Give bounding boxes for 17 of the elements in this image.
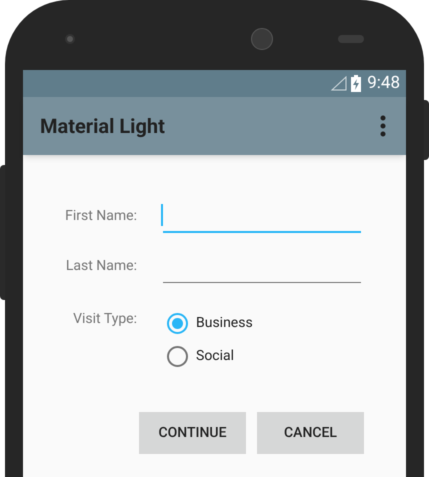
camera-icon — [65, 34, 75, 44]
text-cursor — [161, 204, 163, 226]
field-label: Last Name: — [64, 256, 137, 276]
radio-button[interactable] — [167, 313, 188, 334]
radio-label: Business — [196, 314, 253, 333]
status-time: 9:48 — [367, 72, 400, 95]
action-button[interactable]: CANCEL — [257, 412, 364, 454]
more-options-icon[interactable] — [380, 115, 386, 137]
battery-icon — [351, 75, 362, 92]
radio-label: Social — [196, 347, 234, 366]
signal-icon — [331, 76, 348, 91]
action-button[interactable]: CONTINUE — [139, 412, 246, 454]
radio-button[interactable] — [167, 346, 188, 367]
field-label: First Name: — [64, 206, 137, 226]
field-label: Visit Type: — [72, 310, 137, 329]
app-title: Material Light — [40, 113, 165, 140]
speaker-icon — [250, 28, 272, 50]
